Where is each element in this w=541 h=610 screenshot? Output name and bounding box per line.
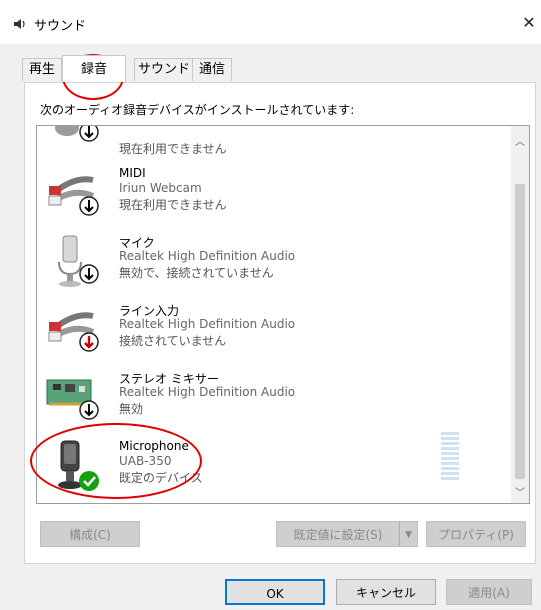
configure-button[interactable]: 構成(C)	[40, 521, 140, 547]
usb-microphone-icon	[58, 440, 99, 491]
list-item[interactable]: MIDI Iriun Webcam 現在利用できません	[37, 166, 507, 230]
device-status: 無効で、接続されていません	[119, 266, 274, 280]
properties-button[interactable]: プロパティ(P)	[426, 521, 526, 547]
speaker-icon	[14, 19, 25, 29]
device-status: 既定のデバイス	[119, 471, 203, 485]
scroll-up-icon[interactable]: ︿	[511, 134, 529, 152]
level-meter	[441, 432, 459, 484]
close-button[interactable]: ✕	[517, 12, 541, 34]
window-title: サウンド	[34, 19, 87, 34]
cable-icon	[55, 126, 99, 142]
set-default-button[interactable]: 既定値に設定(S) ▼	[276, 521, 418, 547]
list-item[interactable]: マイク Realtek High Definition Audio 無効で、接続…	[37, 234, 507, 298]
cancel-button[interactable]: キャンセル	[336, 579, 436, 605]
list-item[interactable]: Microphone UAB-350 既定のデバイス	[37, 432, 507, 503]
tab-sounds[interactable]: サウンド	[134, 58, 194, 81]
microphone-icon	[58, 235, 99, 287]
scrollbar-thumb[interactable]	[515, 184, 525, 479]
device-driver: Realtek High Definition Audio	[119, 385, 296, 399]
title-bar: サウンド ✕	[0, 0, 541, 44]
device-list[interactable]: 現在利用できません MIDI Iriun Webcam 現在利用できません マイ…	[36, 125, 530, 504]
device-name: Microphone	[119, 439, 189, 453]
ok-button[interactable]: OK	[225, 579, 325, 605]
rca-cable-icon	[48, 312, 99, 352]
apply-button[interactable]: 適用(A)	[446, 579, 532, 605]
device-driver: Iriun Webcam	[119, 181, 202, 195]
tab-playback[interactable]: 再生	[22, 58, 62, 81]
device-driver: Realtek High Definition Audio	[119, 317, 296, 331]
device-driver: Realtek High Definition Audio	[119, 249, 296, 263]
device-status: 現在利用できません	[119, 198, 227, 212]
dropdown-arrow-icon[interactable]: ▼	[399, 522, 417, 546]
device-status: 無効	[119, 402, 144, 416]
set-default-label: 既定値に設定(S)	[293, 528, 383, 542]
tab-recording[interactable]: 録音	[62, 55, 126, 82]
circuit-board-icon	[46, 379, 99, 420]
scroll-down-icon[interactable]: ﹀	[511, 485, 529, 503]
rca-cable-icon	[48, 176, 99, 216]
device-name: MIDI	[119, 166, 146, 180]
vertical-scrollbar[interactable]: ︿ ﹀	[511, 126, 529, 503]
device-status: 現在利用できません	[119, 142, 227, 156]
device-status: 接続されていません	[119, 334, 227, 348]
device-list-description: 次のオーディオ録音デバイスがインストールされています:	[40, 103, 355, 117]
device-driver: UAB-350	[119, 454, 172, 468]
list-item[interactable]: ライン入力 Realtek High Definition Audio 接続され…	[37, 302, 507, 366]
tab-communications[interactable]: 通信	[192, 58, 232, 81]
list-item[interactable]: ステレオ ミキサー Realtek High Definition Audio …	[37, 370, 507, 434]
